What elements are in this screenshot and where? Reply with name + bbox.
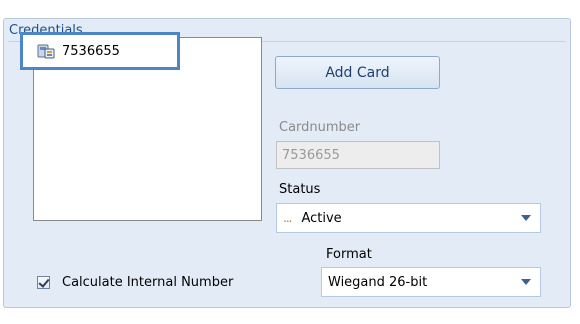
- card-reader-icon: [37, 43, 55, 59]
- calculate-internal-number-label: Calculate Internal Number: [62, 275, 234, 290]
- calculate-internal-number-checkbox[interactable]: [37, 276, 50, 289]
- calculate-internal-number-option[interactable]: Calculate Internal Number: [37, 275, 233, 290]
- checkmark-icon: [38, 276, 50, 288]
- cardnumber-label: Cardnumber: [279, 120, 361, 135]
- chevron-down-icon: [521, 279, 531, 285]
- status-dropdown[interactable]: ... Active: [276, 203, 541, 233]
- status-value: Active: [301, 210, 342, 226]
- add-card-button[interactable]: Add Card: [275, 56, 440, 89]
- format-dropdown[interactable]: Wiegand 26-bit: [321, 267, 541, 297]
- chevron-down-icon: [521, 215, 531, 221]
- format-value: Wiegand 26-bit: [328, 274, 428, 290]
- status-label: Status: [279, 182, 321, 197]
- card-number-label: 7536655: [62, 43, 120, 59]
- status-more-icon: ...: [283, 211, 293, 225]
- cardnumber-field: 7536655: [276, 141, 440, 169]
- card-list-item[interactable]: 7536655: [20, 32, 180, 70]
- format-label: Format: [326, 247, 372, 262]
